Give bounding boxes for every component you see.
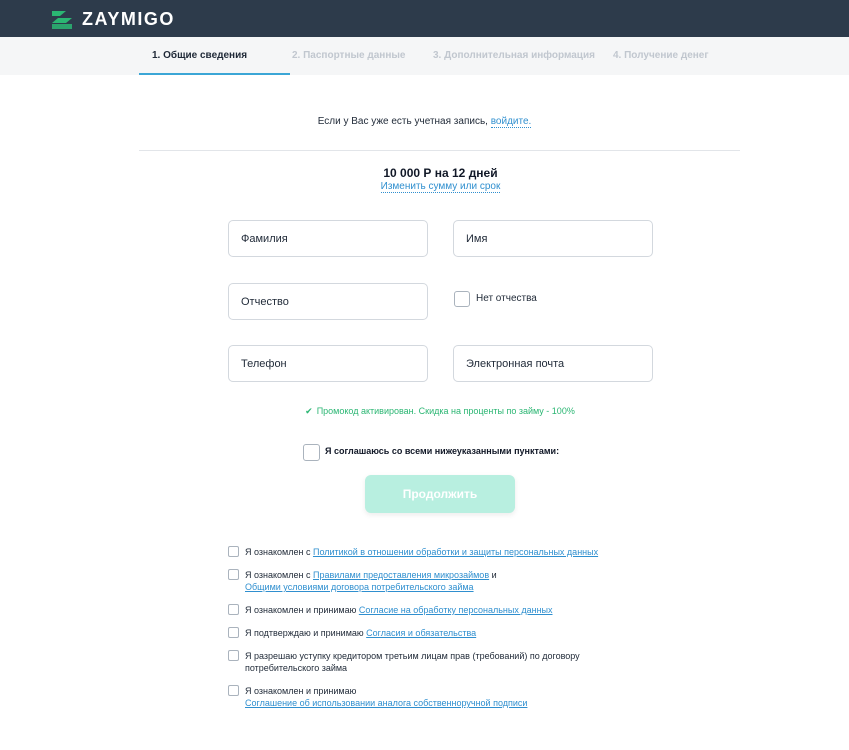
general-loan-terms-link[interactable]: Общими условиями договора потребительско… [245,582,474,592]
check-icon: ✔ [305,406,313,416]
consent-checkbox-microloan-rules[interactable] [228,569,239,580]
divider [139,150,740,151]
agree-all-checkbox[interactable] [303,444,320,461]
consent-text: потребительского займа [245,663,348,673]
first-name-input[interactable] [453,220,653,257]
consent-checkbox-privacy-policy[interactable] [228,546,239,557]
consent-obligations: Я подтверждаю и принимаю Согласия и обяз… [245,627,476,639]
consent-microloan-rules: Я ознакомлен с Правилами предоставления … [245,569,497,593]
loan-summary: 10 000 Р на 12 дней [383,166,498,180]
consent-text: Я подтверждаю и принимаю [245,628,367,638]
login-link[interactable]: войдите. [490,116,532,128]
consent-checkbox-obligations[interactable] [228,627,239,638]
consent-data-processing: Я ознакомлен и принимаю Согласие на обра… [245,604,553,616]
no-patronymic-label: Нет отчества [476,293,537,304]
consent-text: Я ознакомлен с [245,547,313,557]
privacy-policy-link[interactable]: Политикой в отношении обработки и защиты… [313,547,598,557]
step-passport-data[interactable]: 2. Паспортные данные [292,37,405,75]
agree-all-label: Я соглашаюсь со всеми нижеуказанными пун… [325,446,560,456]
consent-privacy-policy: Я ознакомлен с Политикой в отношении обр… [245,546,598,558]
zaymigo-logo-icon [52,10,72,29]
no-patronymic-checkbox[interactable] [454,291,470,307]
step-get-money[interactable]: 4. Получение денег [613,37,709,75]
consent-checkbox-signature-agreement[interactable] [228,685,239,696]
obligations-link[interactable]: Согласия и обязательства [366,628,476,638]
email-input[interactable] [453,345,653,382]
login-hint: Если у Вас уже есть учетная запись, войд… [0,116,849,128]
brand-name: ZAYMIGO [82,9,175,29]
change-amount-link-wrap: Изменить сумму или срок [0,181,849,193]
consent-checkbox-rights-assignment[interactable] [228,650,239,661]
step-general-info[interactable]: 1. Общие сведения [152,37,247,75]
top-header: ZAYMIGO [0,0,849,37]
consent-text: Я разрешаю уступку кредитором третьим ли… [245,651,580,661]
consent-text: Я ознакомлен и принимаю [245,605,359,615]
consent-checkbox-data-processing[interactable] [228,604,239,615]
consent-rights-assignment: Я разрешаю уступку кредитором третьим ли… [245,650,580,674]
microloan-rules-link[interactable]: Правилами предоставления микрозаймов [313,570,489,580]
consent-text: и [489,570,497,580]
signature-agreement-link[interactable]: Соглашение об использовании аналога собс… [245,698,527,708]
consent-text: Я ознакомлен с [245,570,313,580]
step-tabs: 1. Общие сведения 2. Паспортные данные 3… [0,37,849,75]
active-step-indicator [139,73,290,75]
surname-input[interactable] [228,220,428,257]
consent-text: Я ознакомлен и принимаю [245,686,357,696]
continue-button[interactable]: Продолжить [365,475,515,513]
consent-signature-agreement: Я ознакомлен и принимаю Соглашение об ис… [245,685,527,709]
change-amount-link[interactable]: Изменить сумму или срок [380,181,501,193]
data-processing-consent-link[interactable]: Согласие на обработку персональных данны… [359,605,553,615]
phone-input[interactable] [228,345,428,382]
promo-status: ✔ Промокод активирован. Скидка на процент… [0,406,849,417]
promo-text: Промокод активирован. Скидка на проценты… [316,406,575,416]
patronymic-input[interactable] [228,283,428,320]
login-hint-text: Если у Вас уже есть учетная запись, [317,116,491,127]
step-additional-info[interactable]: 3. Дополнительная информация [433,37,595,75]
brand-logo[interactable]: ZAYMIGO [52,9,175,30]
